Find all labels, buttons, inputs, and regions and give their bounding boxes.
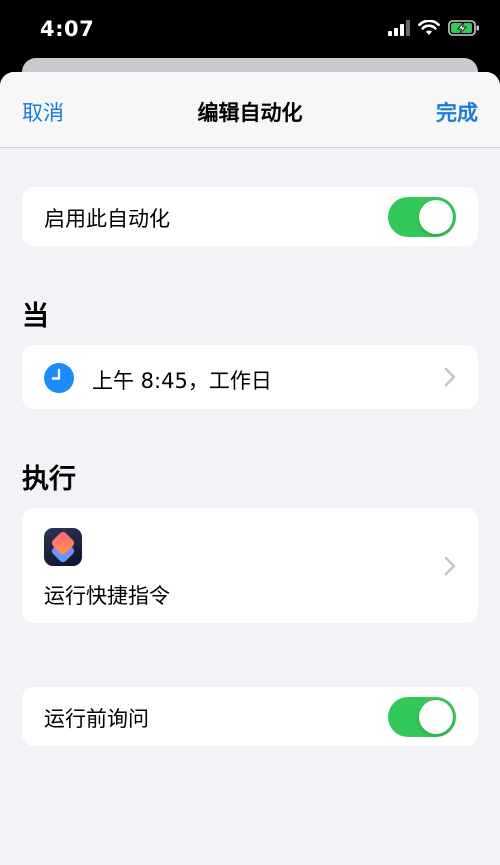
ask-before-running-row: 运行前询问	[22, 687, 478, 746]
trigger-label: 上午 8:45，工作日	[92, 369, 272, 393]
chevron-right-icon	[444, 556, 456, 576]
ask-before-running-label: 运行前询问	[44, 707, 149, 731]
ask-before-running-toggle[interactable]	[388, 697, 456, 737]
chevron-right-icon	[444, 367, 456, 387]
status-icons	[388, 20, 480, 36]
clock-icon	[44, 363, 74, 393]
trigger-section-header: 当	[22, 301, 49, 332]
done-button[interactable]: 完成	[436, 97, 478, 127]
status-time: 4:07	[40, 17, 95, 41]
edit-automation-sheet: 取消 编辑自动化 完成 启用此自动化 当 上午 8:45，工作日 执行 运行快捷…	[0, 72, 500, 865]
wifi-icon	[418, 20, 440, 35]
shortcuts-app-icon	[44, 528, 82, 566]
navigation-bar: 取消 编辑自动化 完成	[0, 72, 500, 148]
enable-automation-row: 启用此自动化	[22, 187, 478, 246]
status-bar: 4:07	[0, 0, 500, 60]
cellular-signal-icon	[388, 20, 410, 36]
toggle-knob	[419, 700, 453, 734]
action-section-header: 执行	[22, 464, 76, 495]
enable-automation-toggle[interactable]	[388, 197, 456, 237]
enable-automation-label: 启用此自动化	[44, 207, 170, 231]
battery-charging-icon	[448, 20, 479, 36]
trigger-row[interactable]: 上午 8:45，工作日	[22, 345, 478, 409]
action-label: 运行快捷指令	[44, 584, 170, 608]
action-row[interactable]: 运行快捷指令	[22, 508, 478, 623]
page-title: 编辑自动化	[197, 101, 303, 125]
toggle-knob	[419, 200, 453, 234]
